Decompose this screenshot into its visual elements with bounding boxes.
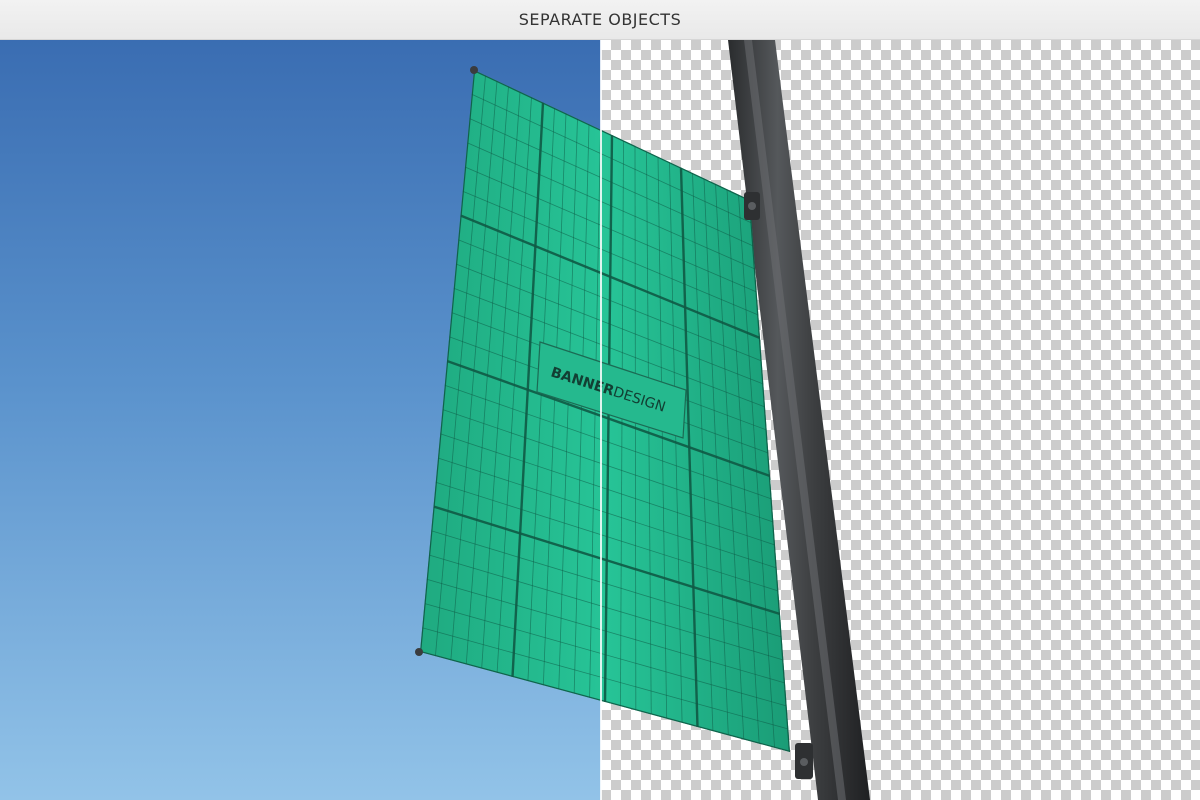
banner: BANNERDESIGN	[420, 70, 790, 752]
title-bar: SEPARATE OBJECTS	[0, 0, 1200, 40]
page-title: SEPARATE OBJECTS	[518, 10, 682, 29]
mockup-canvas: BANNERDESIGN	[0, 40, 1200, 800]
top-bracket	[744, 192, 760, 220]
top-rod-end	[470, 66, 478, 74]
before-after-divider[interactable]	[600, 40, 602, 800]
bottom-bracket	[795, 743, 813, 779]
bottom-rod-end	[415, 648, 423, 656]
